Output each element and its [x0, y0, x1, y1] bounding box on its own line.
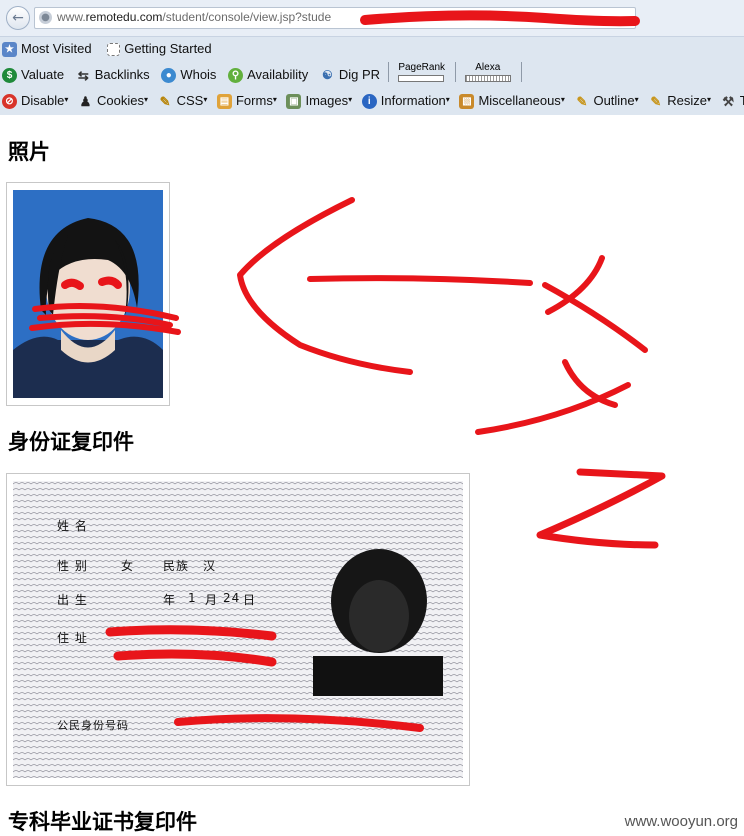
bookmarks-toolbar: ★ Most Visited Getting Started [0, 36, 744, 62]
web-developer-toolbar: ⊘ Disable▾ ♟ Cookies▾ ✎ CSS▾ ▤ Forms▾ ▣ Image… [0, 88, 744, 114]
portrait-drawing [13, 218, 163, 398]
pencil-icon: ✎ [576, 94, 588, 110]
bookmark-most-visited[interactable]: ★ Most Visited [0, 36, 92, 62]
information-menu[interactable]: i Information▾ [360, 88, 450, 114]
watermark: www.wooyun.org [624, 813, 738, 830]
toolbar-separator [454, 62, 456, 82]
image-icon: ▣ [286, 94, 302, 110]
dig-pr-button[interactable]: ☯ Dig PR [318, 62, 380, 88]
info-icon: i [361, 94, 377, 110]
css-menu[interactable]: ✎ CSS▾ [156, 88, 208, 114]
miscellaneous-menu[interactable]: ▧ Miscellaneous▾ [457, 88, 565, 114]
toolbar-separator [387, 62, 389, 82]
tools-menu[interactable]: ⚒To [719, 88, 744, 114]
address-bar[interactable]: ● www.remotedu.com/student/console/view.… [34, 7, 636, 29]
id-card-scan: 姓 名 性 别 女 民族 汉 出 生 年 1 月 24 日 住 址 公民身份号码 [13, 481, 463, 778]
id-sex-value: 女 [121, 559, 135, 573]
alexa-bar [465, 74, 512, 82]
id-ethnicity-label: 民族 [163, 559, 190, 573]
id-year-unit: 年 [163, 593, 177, 607]
z-mark [536, 468, 666, 549]
id-month-unit: 月 [205, 593, 219, 607]
page-icon [107, 43, 121, 57]
forms-menu[interactable]: ▤ Forms▾ [215, 88, 277, 114]
person-icon: ♟ [79, 94, 92, 110]
globe-icon: ● [39, 11, 52, 24]
dollar-icon: $ [2, 68, 17, 84]
url-text: www.remotedu.com/student/console/view.js… [57, 10, 332, 24]
toolbox-icon: ▧ [459, 94, 475, 110]
id-address-label: 住 址 [57, 631, 88, 645]
arrow-left-mark [237, 197, 413, 375]
toolbar-separator [520, 62, 522, 82]
pagerank-meter[interactable]: PageRank [396, 62, 447, 82]
images-menu[interactable]: ▣ Images▾ [284, 88, 352, 114]
id-card-frame: 姓 名 性 别 女 民族 汉 出 生 年 1 月 24 日 住 址 公民身份号码 [6, 473, 470, 786]
id-birth-month: 1 [188, 591, 197, 605]
section-heading-id-card: 身份证复印件 [8, 430, 134, 454]
whois-button[interactable]: ● Whois [159, 62, 216, 88]
id-birth-day: 24 [223, 591, 241, 605]
seo-toolbar: $ Valuate ⇆ Backlinks ● Whois ⚲ Availability… [0, 62, 744, 88]
outline-menu[interactable]: ✎ Outline▾ [572, 88, 639, 114]
id-birth-label: 出 生 [57, 593, 88, 607]
resize-menu[interactable]: ✎ Resize▾ [646, 88, 711, 114]
clipboard-icon: ▤ [216, 94, 232, 110]
id-number-label: 公民身份号码 [57, 719, 129, 732]
network-icon: ☯ [321, 68, 333, 83]
bookmark-getting-started[interactable]: Getting Started [105, 36, 212, 62]
back-button[interactable]: ← [6, 6, 30, 30]
browser-chrome: ← ● www.remotedu.com/student/console/vie… [0, 0, 744, 115]
id-sex-label: 性 别 [57, 559, 88, 573]
x-mark [542, 255, 648, 353]
student-photo [13, 190, 163, 398]
student-photo-frame [6, 182, 170, 406]
cookies-menu[interactable]: ♟ Cookies▾ [76, 88, 148, 114]
arrows-icon: ⇆ [77, 68, 89, 84]
disable-menu[interactable]: ⊘ Disable▾ [0, 88, 68, 114]
tools-icon: ⚒ [722, 94, 735, 110]
section-heading-photo: 照片 [8, 140, 50, 164]
pagerank-bar [398, 74, 445, 82]
id-name-label: 姓 名 [57, 519, 88, 533]
valuate-button[interactable]: $ Valuate [0, 62, 64, 88]
pencil-icon: ✎ [650, 94, 662, 110]
magnifier-icon: ⚲ [228, 68, 244, 84]
bookmark-folder-icon: ★ [2, 42, 17, 58]
id-day-unit: 日 [243, 593, 257, 607]
alexa-meter[interactable]: Alexa [463, 62, 513, 82]
availability-button[interactable]: ⚲ Availability [226, 62, 308, 88]
arrow-line-mark [307, 275, 533, 286]
no-entry-icon: ⊘ [2, 94, 17, 110]
y-mark [475, 359, 631, 435]
section-heading-diploma: 专科毕业证书复印件 [8, 810, 197, 834]
backlinks-button[interactable]: ⇆ Backlinks [74, 62, 150, 88]
pencil-icon: ✎ [159, 94, 171, 110]
id-ethnicity-value: 汉 [203, 559, 217, 573]
navigation-bar: ← ● www.remotedu.com/student/console/vie… [0, 0, 744, 37]
globe-icon: ● [161, 68, 177, 84]
